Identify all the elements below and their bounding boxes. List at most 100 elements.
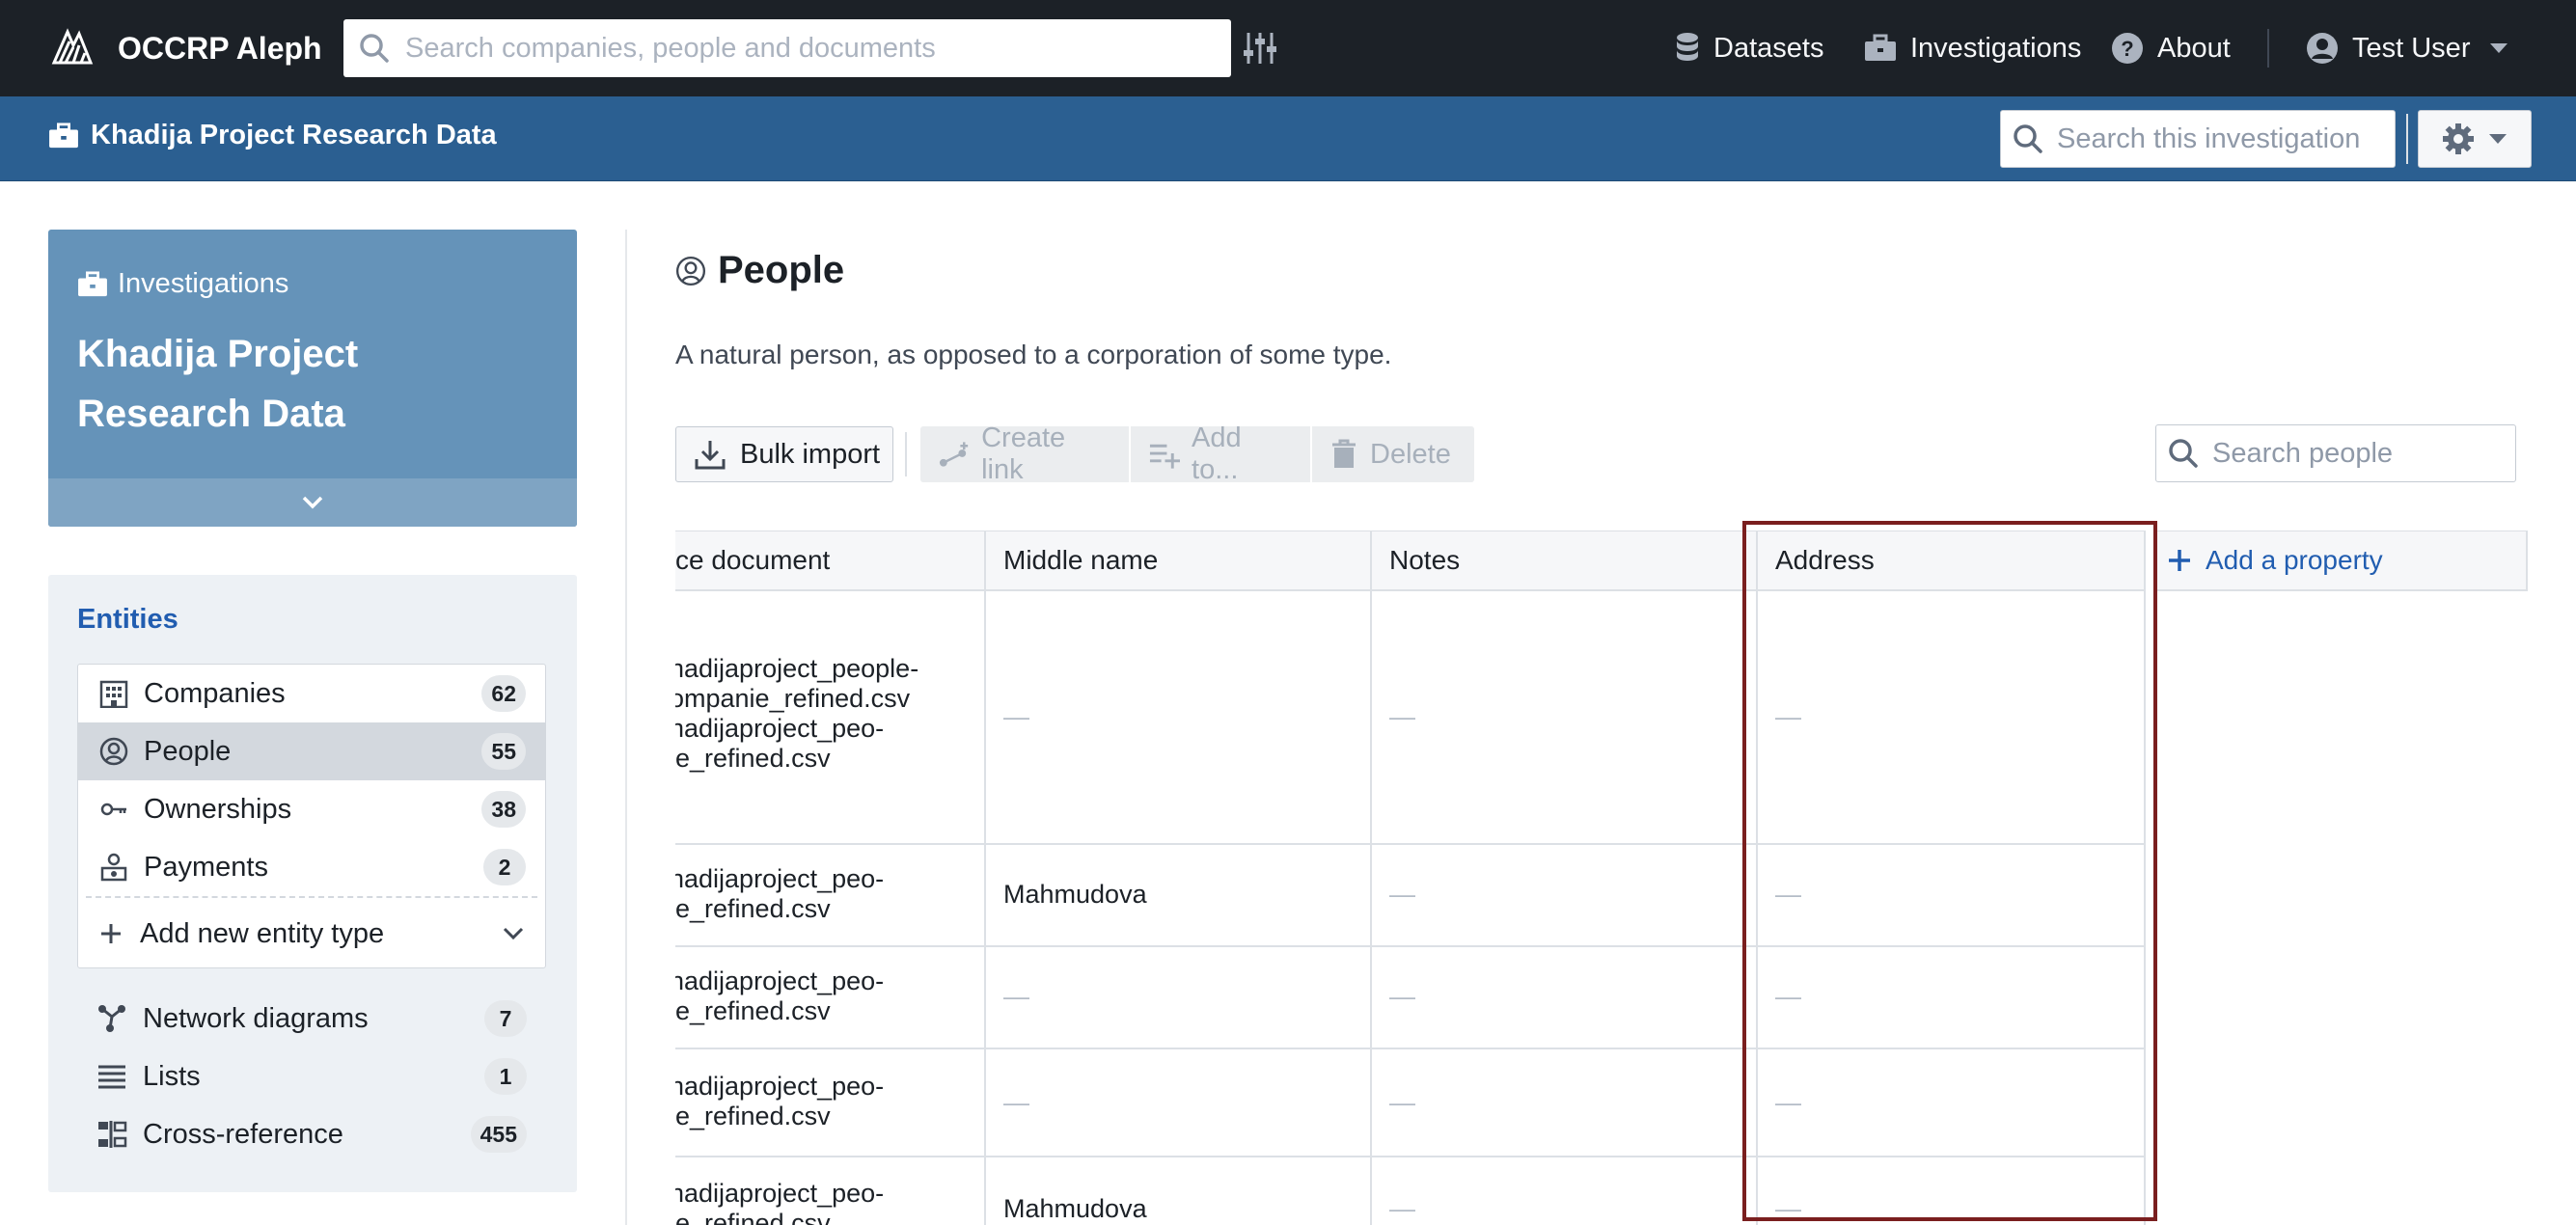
table-cell-notes[interactable]: — [1389,1194,1415,1224]
search-icon [360,34,389,63]
card-investigation-name: Khadija Project Research Data [77,333,359,435]
investigation-breadcrumb[interactable]: Khadija Project Research Data [48,120,497,151]
briefcase-icon [78,270,107,296]
entities-panel: Entities Companies 62 People 55 Ownershi… [48,575,577,1192]
global-search-box[interactable] [343,19,1231,77]
sidebar-item-ownerships[interactable]: Ownerships 38 [78,780,545,838]
bulk-import-button[interactable]: Bulk import [675,426,893,482]
card-kicker-label: Investigations [118,268,289,299]
column-header-middle-name[interactable]: Middle name [984,531,1370,591]
sidebar-item-companies[interactable]: Companies 62 [78,665,545,722]
user-name: Test User [2352,32,2471,64]
address-column-highlight [1742,521,2157,1221]
investigation-summary-card: Investigations Khadija Project Research … [48,230,577,527]
nav-datasets[interactable]: Datasets [1675,27,1823,69]
user-menu[interactable]: Test User [2306,27,2508,69]
sidebar-item-label: Cross-reference [143,1118,343,1150]
download-icon [695,441,726,470]
table-cell-source-document[interactable]: hadijaproject_peo- le_refined.csv [675,1179,988,1225]
column-divider [1370,531,1372,1225]
global-search-input[interactable] [405,32,1216,65]
list-divider [86,896,537,898]
add-to-button[interactable]: Add to... [1131,422,1312,485]
table-cell-middle-name[interactable]: — [1003,702,1029,732]
caret-down-icon [2489,134,2507,144]
table-cell-source-document[interactable]: hadijaproject_peo- le_refined.csv [675,864,988,924]
sidebar-item-label: Payments [144,851,268,883]
sidebar-item-network-diagrams[interactable]: Network diagrams 7 [77,990,546,1048]
table-cell-middle-name[interactable]: — [1003,1088,1029,1118]
create-link-button[interactable]: Create link [920,422,1131,485]
plus-icon [101,924,121,943]
payment-icon [97,851,130,884]
people-search-box[interactable] [2155,424,2516,482]
table-cell-notes[interactable]: — [1389,702,1415,732]
add-entity-type-label: Add new entity type [140,917,385,949]
delete-button[interactable]: Delete [1312,426,1474,482]
table-cell-source-document[interactable]: hadijaproject_peo- le_refined.csv [675,966,988,1026]
plus-icon [2169,550,2190,571]
user-icon [2307,33,2338,64]
table-cell-notes[interactable]: — [1389,1088,1415,1118]
count-badge: 62 [481,675,526,712]
search-icon [2014,124,2042,153]
entity-table: ce document Middle name Notes Address Ad… [675,531,2528,1225]
table-cell-notes[interactable]: — [1389,982,1415,1012]
entity-actions-group: Create link Add to... Delete [920,422,1474,485]
count-badge: 55 [481,733,526,770]
subbar-divider [2406,114,2408,164]
count-badge: 1 [484,1058,527,1095]
table-cell-notes[interactable]: — [1389,880,1415,910]
list-icon [95,1059,129,1094]
svg-text:?: ? [2121,37,2133,61]
sidebar-item-people[interactable]: People 55 [78,722,545,780]
table-cell-source-document[interactable]: hadijaproject_peo- le_refined.csv [675,1072,988,1131]
aleph-logo-icon [51,28,94,65]
card-kicker: Investigations [77,268,288,300]
column-header-source-document[interactable]: ce document [675,531,984,591]
sidebar-item-payments[interactable]: Payments 2 [78,838,545,896]
column-header-label: ce document [675,545,831,575]
nav-investigations-label: Investigations [1910,32,2082,64]
caret-down-icon [2490,43,2508,53]
table-cell-middle-name[interactable]: Mahmudova [1003,1194,1147,1224]
card-expand-toggle[interactable] [48,478,577,527]
add-property-label: Add a property [2206,545,2383,575]
investigation-search-input[interactable] [2057,122,2375,155]
doc-line: hadijaproject_peo- [675,966,885,995]
bulk-import-label: Bulk import [740,438,881,470]
add-entity-type-button[interactable]: Add new entity type [78,902,545,966]
create-link-label: Create link [981,422,1066,485]
briefcase-icon [49,122,78,148]
brand-name: OCCRP Aleph [118,30,322,66]
table-cell-middle-name[interactable]: Mahmudova [1003,880,1147,910]
sidebar-item-cross-reference[interactable]: Cross-reference 455 [77,1105,546,1163]
settings-menu-button[interactable] [2418,110,2532,168]
doc-line: hadijaproject_peo- [675,1072,885,1101]
table-cell-middle-name[interactable]: — [1003,982,1029,1012]
sidebar-item-label: People [144,735,232,767]
chevron-down-icon [302,496,323,509]
table-cell-source-document[interactable]: hadijaproject_people- ompanie_refined.cs… [675,654,988,774]
search-filters-icon[interactable] [1243,29,1277,68]
page-title-text: People [718,249,845,291]
nav-about-label: About [2157,32,2231,64]
count-badge: 2 [483,849,526,885]
brand-home-link[interactable]: OCCRP Aleph [48,21,322,75]
key-icon [97,793,130,826]
doc-line: ompanie_refined.csv [675,684,911,713]
top-navbar: OCCRP Aleph Datasets Investigations ? Ab… [0,0,2576,96]
add-property-button[interactable]: Add a property [2157,531,2528,591]
nav-investigations[interactable]: Investigations [1864,27,2081,69]
doc-line: le_refined.csv [675,996,831,1025]
people-search-input[interactable] [2212,437,2502,470]
sidebar-item-lists[interactable]: Lists 1 [77,1048,546,1105]
column-header-notes[interactable]: Notes [1370,531,1756,591]
graph-icon [95,1001,129,1036]
investigation-search-box[interactable] [2000,110,2396,168]
doc-line: hadijaproject_peo- [675,1179,885,1208]
schema-description: A natural person, as opposed to a corpor… [675,340,1392,369]
nav-about[interactable]: ? About [2111,27,2231,69]
count-badge: 7 [484,1000,527,1037]
gear-icon [2443,123,2474,154]
